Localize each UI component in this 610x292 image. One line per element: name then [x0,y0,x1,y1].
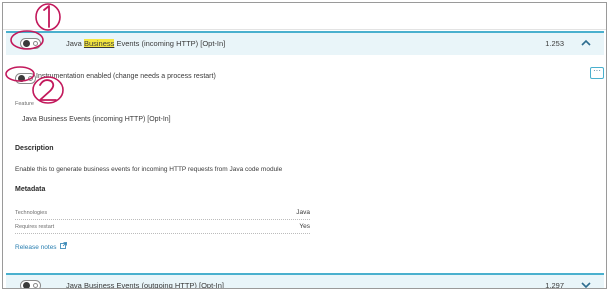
extension-version: 1.253 [545,39,564,48]
title-suffix: Events (outgoing HTTP) [Opt-In] [114,281,225,289]
toggle-knob [23,282,30,288]
extension-details-panel: Instrumentation enabled (change needs a … [6,56,604,271]
instrumentation-toggle[interactable] [15,73,36,84]
toggle-off-indicator [33,41,38,46]
metadata-row: Requires restart Yes [15,223,310,234]
title-keyword: Business [83,281,115,289]
feature-caption: Feature [15,101,34,107]
metadata-value: Java [294,209,310,216]
metadata-heading: Metadata [15,186,46,193]
release-notes-link[interactable]: Release notes [15,242,67,251]
chevron-up-icon[interactable] [580,38,592,48]
metadata-key: Requires restart [15,224,57,230]
enable-toggle-incoming[interactable] [20,38,41,49]
extension-title: Java Business Events (incoming HTTP) [Op… [66,39,225,48]
feature-value: Java Business Events (incoming HTTP) [Op… [22,116,171,123]
title-suffix: Events (incoming HTTP) [Opt-In] [114,39,226,48]
chevron-down-icon[interactable] [580,280,592,288]
top-spacer [3,3,606,30]
enable-toggle-outgoing[interactable] [20,280,41,288]
toggle-off-indicator [28,76,33,81]
toggle-knob [18,75,25,82]
description-text: Enable this to generate business events … [15,166,283,173]
extension-row-incoming[interactable]: Java Business Events (incoming HTTP) [Op… [6,31,604,55]
external-link-icon [59,242,67,251]
release-notes-label: Release notes [15,244,57,251]
title-prefix: Java [66,39,84,48]
extension-version: 1.297 [545,281,564,289]
more-horizontal-icon: ··· [593,66,601,75]
toggle-off-indicator [33,283,38,288]
more-options-button[interactable]: ··· [590,67,604,79]
settings-frame: Java Business Events (incoming HTTP) [Op… [2,2,607,289]
metadata-row: Technologies Java [15,209,310,220]
metadata-value: Yes [297,223,310,230]
toggle-knob [23,40,30,47]
extension-title: Java Business Events (outgoing HTTP) [Op… [66,281,225,289]
extension-row-outgoing[interactable]: Java Business Events (outgoing HTTP) [Op… [6,273,604,289]
search-highlight: Business [83,39,115,48]
description-heading: Description [15,145,54,152]
instrumentation-label: Instrumentation enabled (change needs a … [36,73,216,80]
metadata-key: Technologies [15,210,50,216]
title-prefix: Java [66,281,84,289]
